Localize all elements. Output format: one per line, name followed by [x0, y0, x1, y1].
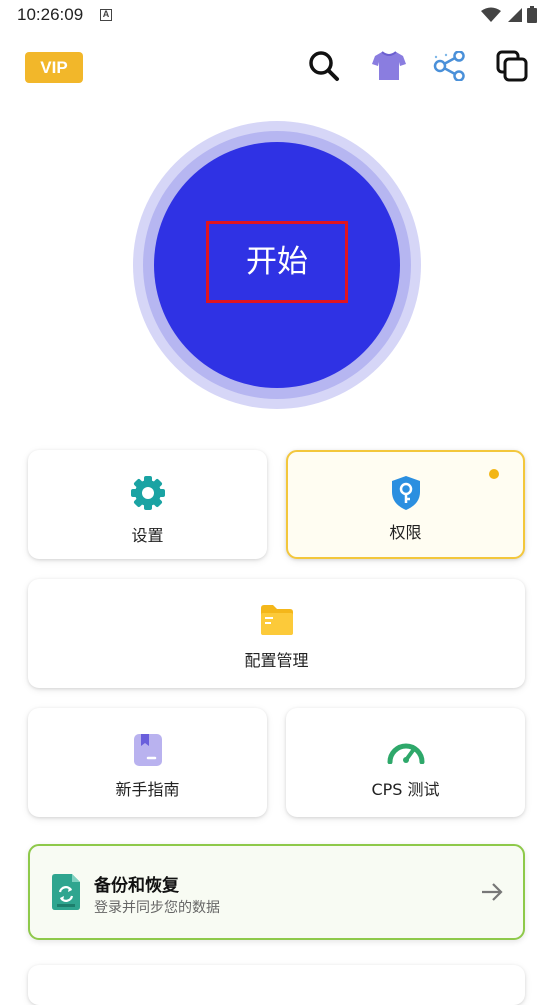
speedometer-icon — [387, 743, 424, 764]
share-icon[interactable] — [432, 48, 468, 84]
cps-test-tile[interactable]: CPS 测试 — [286, 708, 525, 817]
status-time: 10:26:09 — [17, 5, 84, 24]
copy-windows-icon[interactable] — [494, 48, 530, 84]
settings-tile[interactable]: 设置 — [28, 450, 267, 559]
battery-icon — [527, 6, 537, 23]
permissions-label: 权限 — [389, 523, 422, 542]
wifi-icon — [481, 7, 501, 22]
gear-icon — [130, 476, 165, 510]
permissions-tile[interactable]: 权限 — [286, 450, 525, 559]
backup-subtitle: 登录并同步您的数据 — [94, 900, 220, 916]
beginner-guide-label: 新手指南 — [115, 780, 180, 799]
status-bar: 10:26:09 A — [0, 0, 553, 32]
backup-title: 备份和恢复 — [94, 876, 179, 896]
notification-dot — [489, 469, 499, 479]
next-card-partial[interactable] — [28, 965, 525, 1005]
signal-icon — [508, 7, 522, 22]
backup-restore-card[interactable]: 备份和恢复 登录并同步您的数据 — [28, 844, 525, 940]
vip-button[interactable]: VIP — [25, 52, 83, 83]
notification-a-icon: A — [100, 9, 112, 21]
beginner-guide-tile[interactable]: 新手指南 — [28, 708, 267, 817]
theme-shirt-icon[interactable] — [371, 48, 407, 84]
book-icon — [133, 734, 162, 766]
cps-test-label: CPS 测试 — [371, 780, 440, 799]
config-management-label: 配置管理 — [244, 651, 309, 670]
config-management-tile[interactable]: 配置管理 — [28, 579, 525, 688]
search-icon[interactable] — [306, 48, 342, 84]
folder-icon — [260, 605, 293, 635]
system-icons — [481, 6, 537, 23]
shield-key-icon — [391, 476, 420, 510]
sync-document-icon — [52, 874, 80, 910]
arrow-right-icon[interactable] — [481, 882, 503, 902]
start-button-label[interactable]: 开始 — [206, 221, 348, 303]
settings-label: 设置 — [131, 526, 164, 545]
